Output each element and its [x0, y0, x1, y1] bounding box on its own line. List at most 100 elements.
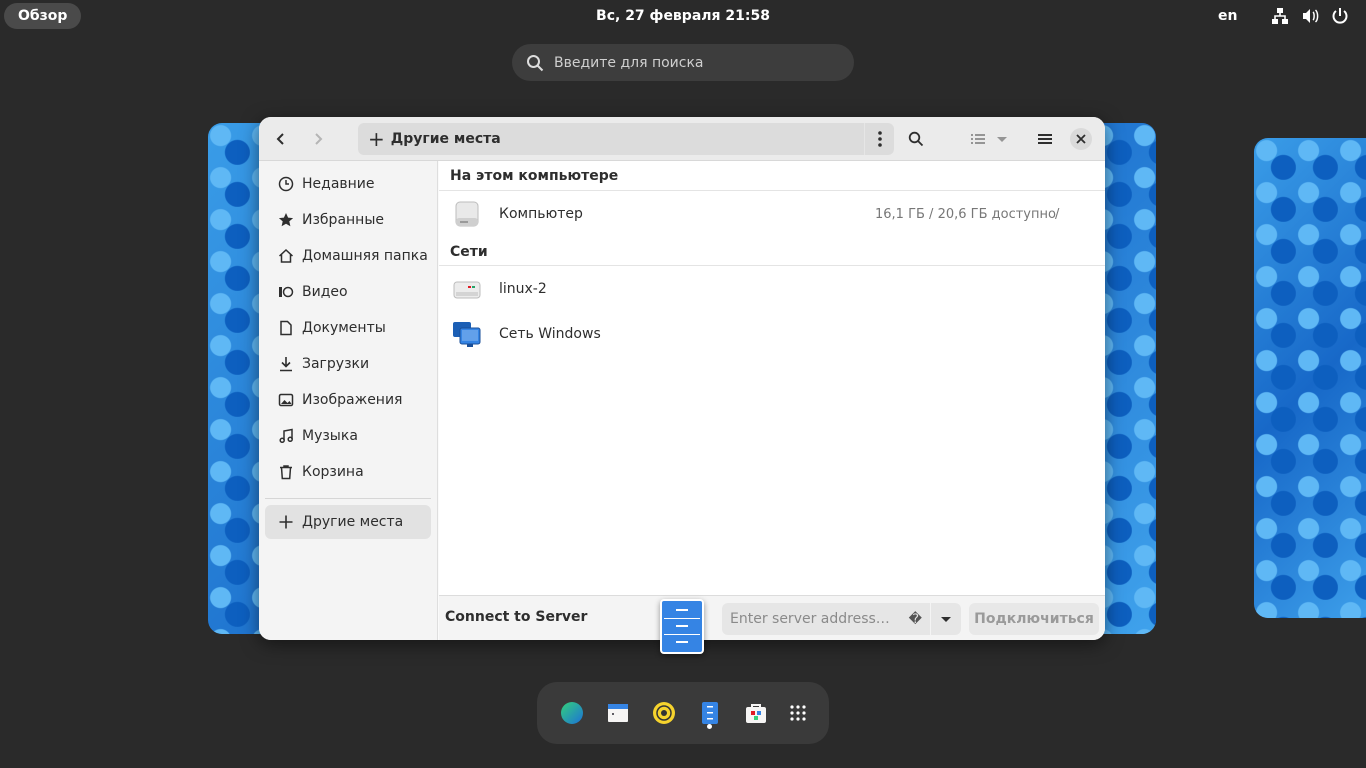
software-center-icon	[746, 704, 766, 723]
sidebar-item-home[interactable]: Домашняя папка	[265, 239, 431, 273]
sidebar-item-label: Домашняя папка	[302, 248, 428, 264]
sidebar: Недавние Избранные Домашняя папка Видео …	[259, 161, 438, 640]
place-mount-point: /	[1055, 206, 1060, 222]
files-icon	[702, 702, 718, 724]
chevron-down-icon	[941, 617, 951, 622]
app-grid-icon	[790, 705, 806, 721]
language-indicator[interactable]: en	[1218, 0, 1237, 32]
dock-text-editor[interactable]	[603, 698, 633, 728]
forward-button[interactable]	[303, 124, 333, 154]
sidebar-item-label: Другие места	[302, 514, 404, 530]
search-icon	[908, 131, 924, 147]
path-bar[interactable]: + Другие места	[358, 123, 894, 155]
place-space: 16,1 ГБ / 20,6 ГБ доступно	[875, 206, 1056, 222]
list-view-icon	[971, 134, 985, 144]
sidebar-divider	[265, 498, 431, 499]
place-name: Компьютер	[499, 206, 583, 222]
server-address-input[interactable]	[730, 611, 902, 627]
overview-button[interactable]: Обзор	[4, 3, 82, 29]
main-menu-button[interactable]	[1030, 124, 1060, 154]
hamburger-menu-icon	[1038, 134, 1052, 144]
path-menu-button[interactable]	[864, 123, 894, 155]
sidebar-item-starred[interactable]: Избранные	[265, 203, 431, 237]
dock-show-apps[interactable]	[783, 698, 813, 728]
places-view: На этом компьютере Компьютер 16,1 ГБ / 2…	[439, 161, 1105, 597]
dock-web-browser[interactable]	[557, 698, 587, 728]
path-label: Другие места	[390, 131, 501, 147]
dragged-files-icon[interactable]	[660, 599, 704, 654]
sidebar-item-label: Избранные	[302, 212, 384, 228]
chevron-left-icon	[276, 133, 284, 145]
system-status-area[interactable]	[1270, 6, 1350, 26]
dash	[537, 682, 829, 744]
connect-to-server-label: Connect to Server	[445, 609, 588, 625]
download-icon	[280, 357, 292, 372]
windows-network-icon	[453, 322, 481, 347]
back-button[interactable]	[266, 124, 296, 154]
document-icon	[280, 320, 292, 336]
view-options-button[interactable]	[991, 124, 1013, 154]
sidebar-item-label: Документы	[302, 320, 386, 336]
sidebar-item-documents[interactable]: Документы	[265, 311, 431, 345]
header-bar: + Другие места	[259, 117, 1105, 161]
running-indicator	[707, 724, 712, 729]
section-title-this-computer: На этом компьютере	[450, 168, 619, 184]
sidebar-item-label: Изображения	[302, 392, 403, 408]
workspace-next-thumbnail[interactable]	[1254, 138, 1366, 618]
overview-search[interactable]	[512, 44, 854, 81]
dock-software-center[interactable]	[741, 698, 771, 728]
sidebar-item-label: Недавние	[302, 176, 375, 192]
network-wired-icon	[1272, 8, 1288, 24]
connect-button[interactable]: Подключиться	[969, 603, 1099, 635]
section-divider	[439, 190, 1105, 191]
image-icon	[278, 393, 294, 407]
sidebar-item-downloads[interactable]: Загрузки	[265, 347, 431, 381]
volume-icon	[1303, 9, 1319, 23]
clock-label[interactable]: Вс, 27 февраля 21:58	[596, 8, 770, 24]
address-help-glyph: �	[908, 611, 922, 627]
music-icon	[279, 428, 293, 444]
section-divider	[439, 265, 1105, 266]
sidebar-item-pictures[interactable]: Изображения	[265, 383, 431, 417]
video-icon	[279, 286, 294, 298]
search-icon	[527, 54, 544, 71]
section-title-networks: Сети	[450, 244, 488, 260]
search-input[interactable]	[554, 54, 834, 71]
clock-area: Вс, 27 февраля 21:58	[0, 0, 1366, 32]
sidebar-item-videos[interactable]: Видео	[265, 275, 431, 309]
file-cabinet-icon	[664, 603, 700, 650]
server-address-field[interactable]: �	[722, 603, 930, 635]
sidebar-item-label: Загрузки	[302, 356, 370, 372]
plus-icon	[279, 515, 293, 529]
web-browser-icon	[561, 702, 583, 724]
connect-to-server-bar: Connect to Server � Подключиться	[439, 595, 1105, 640]
sidebar-item-label: Музыка	[302, 428, 358, 444]
place-name: Сеть Windows	[499, 326, 601, 342]
drive-harddisk-icon	[455, 201, 479, 227]
search-button[interactable]	[901, 124, 931, 154]
close-icon	[1076, 134, 1086, 144]
plus-icon: +	[368, 127, 385, 151]
sidebar-item-music[interactable]: Музыка	[265, 419, 431, 453]
close-button[interactable]	[1070, 128, 1092, 150]
place-row-linux-2[interactable]: linux-2	[439, 267, 1105, 311]
star-icon	[278, 213, 294, 227]
text-editor-icon	[608, 704, 628, 722]
recent-servers-dropdown[interactable]	[931, 603, 961, 635]
place-row-windows-network[interactable]: Сеть Windows	[439, 312, 1105, 356]
files-window[interactable]: + Другие места Недавние Избранные Домашн…	[259, 117, 1105, 640]
sidebar-item-recent[interactable]: Недавние	[265, 167, 431, 201]
network-server-icon	[453, 281, 481, 299]
place-row-computer[interactable]: Компьютер 16,1 ГБ / 20,6 ГБ доступно /	[439, 192, 1105, 236]
place-name: linux-2	[499, 281, 547, 297]
sidebar-item-label: Корзина	[302, 464, 364, 480]
chevron-down-icon	[997, 137, 1007, 142]
top-bar: Обзор Вс, 27 февраля 21:58 en	[0, 0, 1366, 32]
power-icon	[1332, 8, 1348, 24]
sidebar-item-trash[interactable]: Корзина	[265, 455, 431, 489]
view-list-button[interactable]	[963, 124, 993, 154]
chevron-right-icon	[315, 133, 323, 145]
music-player-icon	[653, 702, 675, 724]
sidebar-item-other-places[interactable]: Другие места	[265, 505, 431, 539]
dock-music-player[interactable]	[649, 698, 679, 728]
